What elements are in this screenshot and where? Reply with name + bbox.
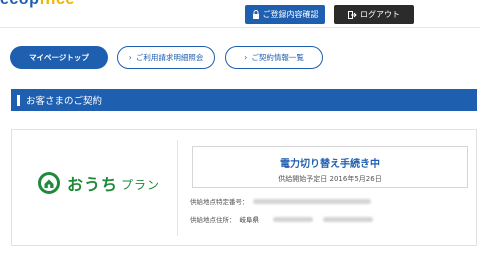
plan-brand-sub: プラン [121,177,161,192]
nav-mypage-top-label: マイページトップ [29,53,89,62]
switch-status-title: 電力切り替え手続き中 [280,159,380,170]
plan-brand-name: おうち [67,175,119,194]
supply-point-number-redacted [252,198,371,204]
logout-label: ログアウト [360,10,400,19]
supply-start-label: 供給開始予定日 [278,175,328,183]
card-divider [177,140,178,236]
lock-icon [252,10,259,19]
supply-address-redacted-2 [323,216,373,222]
chevron-right-icon: › [244,53,248,62]
contract-card: おうち プラン 電力切り替え手続き中 供給開始予定日 2016年5月26日 供給… [11,129,477,246]
registration-info-label: ご登録内容確認 [262,10,319,19]
header-divider [0,27,480,28]
nav-billing-inquiry-label: ご利用請求明細照会 [135,53,204,62]
logo-main-text: ecop [0,0,39,8]
site-logo[interactable]: ecopffice [0,0,75,9]
nav-contract-list-label: ご契約情報一覧 [251,53,304,62]
supply-address-redacted-1 [273,216,313,222]
logout-button[interactable]: ログアウト [334,5,414,24]
house-logo-icon [38,172,60,194]
logout-icon [348,10,357,19]
supply-start-date: 2016年5月26日 [329,175,382,183]
nav-contract-list[interactable]: › ご契約情報一覧 [225,46,323,69]
section-header: お客さまのご契約 [11,89,477,111]
supply-start-date-line: 供給開始予定日 2016年5月26日 [193,174,467,184]
switch-status-box: 電力切り替え手続き中 供給開始予定日 2016年5月26日 [192,146,468,188]
nav-mypage-top[interactable]: マイページトップ [10,46,108,69]
supply-point-number-row: 供給地点特定番号： [190,196,371,206]
registration-info-button[interactable]: ご登録内容確認 [245,5,325,24]
plan-logo: おうち プラン [37,171,160,195]
nav-billing-inquiry[interactable]: › ご利用請求明細照会 [117,46,215,69]
supply-address-row: 供給地点住所： 岐阜県 [190,214,373,224]
supply-address-prefecture: 岐阜県 [239,216,260,224]
supply-address-label: 供給地点住所： [190,216,236,224]
supply-point-number-label: 供給地点特定番号： [190,198,249,206]
chevron-right-icon: › [128,53,132,62]
logo-accent-text: ffice [39,0,74,8]
section-marker [17,94,20,106]
section-title: お客さまのご契約 [26,96,103,107]
